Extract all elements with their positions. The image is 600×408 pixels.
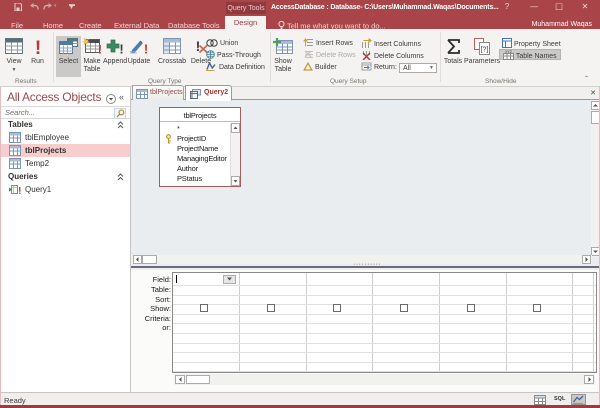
svg-text:XYZ: XYZ [505, 50, 513, 54]
svg-text:!: ! [119, 42, 123, 56]
svg-text:!: ! [144, 42, 148, 56]
svg-text:[?]: [?] [481, 47, 489, 54]
svg-text:!: ! [18, 186, 21, 195]
svg-text:!: ! [98, 43, 102, 56]
svg-text:!: ! [34, 38, 40, 55]
